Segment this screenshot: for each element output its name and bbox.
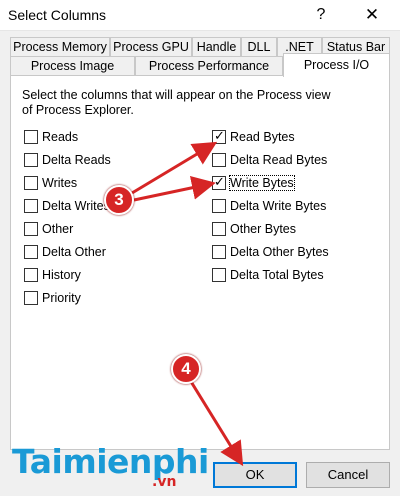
title-bar: Select Columns ? ✕	[0, 0, 400, 31]
checkbox-label: Other	[42, 222, 74, 236]
step-3-badge: 3	[104, 185, 134, 215]
check-icon: ✓	[214, 174, 225, 189]
checkbox-box[interactable]	[24, 199, 38, 213]
window-title: Select Columns	[8, 7, 107, 23]
watermark-sub: .vn	[152, 474, 177, 490]
panel-description: Select the columns that will appear on t…	[22, 88, 331, 117]
tab-dll[interactable]: DLL	[241, 37, 277, 57]
checkbox-label: Delta Write Bytes	[230, 199, 327, 213]
checkbox-label: History	[42, 268, 81, 282]
checkbox-label: Delta Other Bytes	[230, 245, 329, 259]
checkbox-label: Write Bytes	[229, 175, 295, 191]
checkbox-box[interactable]	[24, 130, 38, 144]
checkbox-box[interactable]	[212, 268, 226, 282]
checkbox-box[interactable]	[212, 222, 226, 236]
tab-process-io[interactable]: Process I/O	[283, 53, 390, 77]
tab-process-gpu[interactable]: Process GPU	[110, 37, 192, 57]
checkbox-box[interactable]	[212, 245, 226, 259]
checkbox-box[interactable]	[24, 268, 38, 282]
checkbox-label: Other Bytes	[230, 222, 296, 236]
checkbox-box[interactable]	[24, 291, 38, 305]
checkbox-box[interactable]: ✓	[212, 128, 226, 144]
help-icon[interactable]: ?	[309, 3, 333, 27]
checkbox-label: Delta Read Bytes	[230, 153, 328, 167]
checkbox-box[interactable]	[24, 153, 38, 167]
checkbox-box[interactable]: ✓	[212, 174, 226, 190]
watermark-logo: Taimienphi .vn	[12, 442, 209, 490]
checkbox-box[interactable]	[24, 245, 38, 259]
checkbox-label: Reads	[42, 130, 79, 144]
checkbox-box[interactable]	[24, 222, 38, 236]
checkbox-label: Delta Writes	[42, 199, 110, 213]
watermark-main: Taimienphi	[12, 442, 209, 481]
tab-process-image[interactable]: Process Image	[10, 56, 135, 76]
checkbox-label: Priority	[42, 291, 81, 305]
checkbox-label: Delta Other	[42, 245, 106, 259]
checkbox-box[interactable]	[212, 153, 226, 167]
tab-process-memory[interactable]: Process Memory	[10, 37, 110, 57]
ok-button[interactable]: OK	[213, 462, 297, 488]
checkbox-box[interactable]	[24, 176, 38, 190]
checkbox-label: Delta Total Bytes	[230, 268, 324, 282]
check-icon: ✓	[214, 128, 225, 143]
checkbox-label: Read Bytes	[230, 130, 295, 144]
close-icon[interactable]: ✕	[355, 3, 389, 27]
checkbox-box[interactable]	[212, 199, 226, 213]
checkbox-label: Writes	[42, 176, 78, 190]
tab-handle[interactable]: Handle	[192, 37, 241, 57]
checkbox-label: Delta Reads	[42, 153, 111, 167]
cancel-button[interactable]: Cancel	[306, 462, 390, 488]
tab-process-performance[interactable]: Process Performance	[135, 56, 283, 76]
step-4-badge: 4	[171, 354, 201, 384]
